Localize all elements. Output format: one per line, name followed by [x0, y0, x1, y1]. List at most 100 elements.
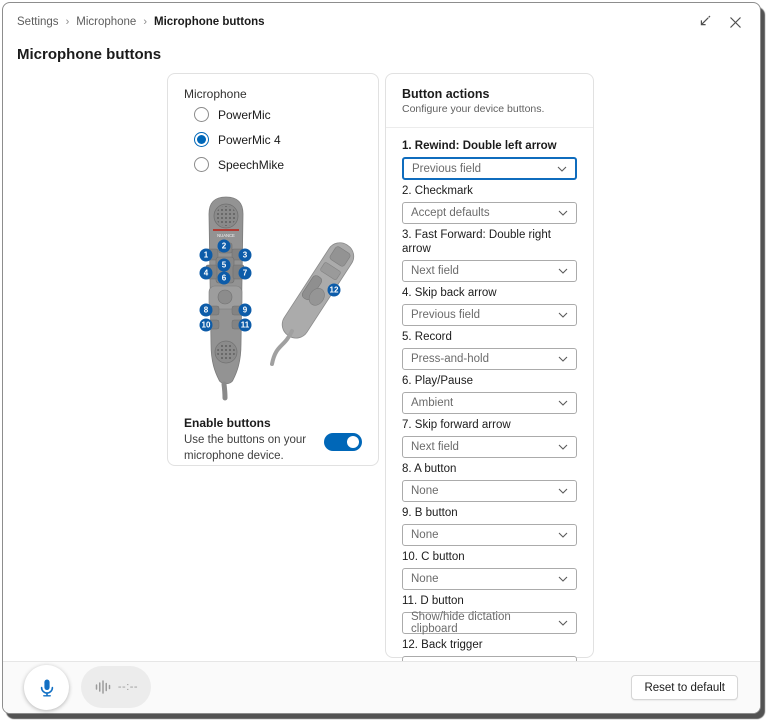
action-dropdown-value: Previous field	[412, 163, 481, 175]
action-item: 11. D button Show/hide dictation clipboa…	[402, 594, 577, 634]
action-item: 7. Skip forward arrow Next field	[402, 418, 577, 458]
action-dropdown[interactable]: Next field	[402, 260, 577, 282]
action-item-label: 10. C button	[402, 550, 577, 564]
device-badge-4: 4	[200, 267, 213, 280]
action-dropdown[interactable]: None	[402, 568, 577, 590]
action-dropdown[interactable]: Press-and-hold	[402, 348, 577, 370]
action-item: 3. Fast Forward: Double right arrow Next…	[402, 228, 577, 282]
chevron-right-icon: ›	[66, 16, 70, 28]
collapse-icon[interactable]	[696, 15, 711, 30]
action-item-label: 3. Fast Forward: Double right arrow	[402, 228, 577, 256]
radio-option-label: PowerMic 4	[218, 133, 281, 147]
button-actions-title: Button actions	[402, 87, 577, 101]
breadcrumb-microphone[interactable]: Microphone	[76, 16, 136, 28]
action-item-label: 12. Back trigger	[402, 638, 577, 652]
button-actions-panel: Button actions Configure your device but…	[385, 73, 594, 658]
action-dropdown-value: Previous field	[411, 309, 480, 321]
device-badge-3: 3	[239, 249, 252, 262]
action-dropdown[interactable]: Next field	[402, 436, 577, 458]
chevron-down-icon	[558, 488, 568, 494]
settings-window: Settings › Microphone › Microphone butto…	[2, 2, 761, 714]
device-badge-7: 7	[239, 267, 252, 280]
device-badge-8: 8	[200, 304, 213, 317]
action-item: 2. Checkmark Accept defaults	[402, 184, 577, 224]
chevron-down-icon	[558, 356, 568, 362]
chevron-down-icon	[558, 400, 568, 406]
action-item-label: 6. Play/Pause	[402, 374, 577, 388]
enable-buttons-description: Use the buttons on your microphone devic…	[184, 433, 316, 464]
radio-option-label: PowerMic	[218, 108, 271, 122]
microphone-panel: Microphone PowerMic PowerMic 4 SpeechMik…	[167, 73, 379, 466]
microphone-icon	[37, 678, 57, 698]
breadcrumb-settings[interactable]: Settings	[17, 16, 59, 28]
enable-buttons-title: Enable buttons	[184, 416, 364, 430]
chevron-down-icon	[558, 532, 568, 538]
svg-text:NUANCE: NUANCE	[217, 233, 235, 238]
action-dropdown[interactable]: Show/hide dictation clipboard	[402, 612, 577, 634]
microphone-group-label: Microphone	[184, 87, 378, 101]
radio-icon[interactable]	[194, 157, 209, 172]
footer-bar: --:-- Reset to default	[3, 661, 760, 713]
action-item-label: 1. Rewind: Double left arrow	[402, 139, 577, 153]
chevron-down-icon	[558, 444, 568, 450]
radio-icon[interactable]	[194, 132, 209, 147]
action-dropdown-value: None	[411, 485, 439, 497]
action-item-label: 5. Record	[402, 330, 577, 344]
action-dropdown[interactable]: Previous field	[402, 157, 577, 180]
action-item-label: 7. Skip forward arrow	[402, 418, 577, 432]
action-dropdown[interactable]: None	[402, 524, 577, 546]
action-item-label: 11. D button	[402, 594, 577, 608]
device-badge-10: 10	[200, 319, 213, 332]
device-badge-1: 1	[200, 249, 213, 262]
audio-meter-pill[interactable]: --:--	[81, 666, 151, 708]
close-icon[interactable]	[729, 16, 742, 29]
divider	[386, 127, 593, 128]
chevron-down-icon	[557, 166, 567, 172]
action-dropdown[interactable]: Accept defaults	[402, 202, 577, 224]
device-badge-2: 2	[218, 240, 231, 253]
radio-icon[interactable]	[194, 107, 209, 122]
screen: Settings › Microphone › Microphone butto…	[0, 0, 770, 722]
waveform-icon	[94, 678, 112, 696]
action-item: 8. A button None	[402, 462, 577, 502]
action-dropdown-value: Next field	[411, 265, 459, 277]
chevron-right-icon: ›	[143, 16, 147, 28]
microphone-radio-option[interactable]: PowerMic	[194, 107, 378, 122]
button-actions-subtitle: Configure your device buttons.	[402, 103, 577, 115]
action-dropdown-value: None	[411, 529, 439, 541]
action-dropdown[interactable]: Previous field	[402, 304, 577, 326]
microphone-button[interactable]	[24, 665, 69, 710]
device-badge-5: 5	[218, 259, 231, 272]
chevron-down-icon	[558, 576, 568, 582]
device-illustration: NUANCE	[180, 196, 364, 401]
device-badge-11: 11	[239, 319, 252, 332]
device-badge-6: 6	[218, 272, 231, 285]
action-item: 6. Play/Pause Ambient	[402, 374, 577, 414]
breadcrumb-microphone-buttons: Microphone buttons	[154, 16, 265, 28]
recording-timer: --:--	[118, 681, 138, 693]
device-badge-12: 12	[328, 284, 341, 297]
action-item: 1. Rewind: Double left arrow Previous fi…	[402, 139, 577, 180]
page-title: Microphone buttons	[17, 46, 161, 63]
radio-option-label: SpeechMike	[218, 158, 284, 172]
action-item: 4. Skip back arrow Previous field	[402, 286, 577, 326]
microphone-radio-option[interactable]: SpeechMike	[194, 157, 378, 172]
action-item-label: 9. B button	[402, 506, 577, 520]
action-dropdown[interactable]: Ambient	[402, 392, 577, 414]
reset-to-default-button[interactable]: Reset to default	[631, 675, 738, 700]
action-item: 9. B button None	[402, 506, 577, 546]
action-item: 10. C button None	[402, 550, 577, 590]
chevron-down-icon	[558, 268, 568, 274]
action-item-label: 8. A button	[402, 462, 577, 476]
action-item-label: 2. Checkmark	[402, 184, 577, 198]
enable-buttons-toggle[interactable]	[324, 433, 362, 451]
microphone-radio-option[interactable]: PowerMic 4	[194, 132, 378, 147]
chevron-down-icon	[558, 620, 568, 626]
action-dropdown-value: None	[411, 573, 439, 585]
breadcrumb: Settings › Microphone › Microphone butto…	[17, 16, 265, 28]
action-dropdown-value: Press-and-hold	[411, 353, 489, 365]
powermic-image: NUANCE	[180, 196, 364, 401]
action-dropdown[interactable]: None	[402, 480, 577, 502]
device-badge-9: 9	[239, 304, 252, 317]
enable-buttons-setting: Enable buttons Use the buttons on your m…	[184, 416, 364, 464]
